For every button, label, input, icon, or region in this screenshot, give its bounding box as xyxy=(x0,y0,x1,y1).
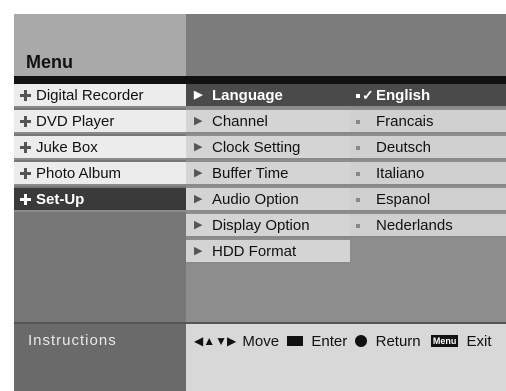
menu-key-icon: Menu xyxy=(430,335,459,348)
main-menu-list: Digital Recorder DVD Player Juke Box Pho… xyxy=(14,84,186,322)
setup-item-language[interactable]: ▶ Language xyxy=(186,84,350,108)
menu-item-label: Set-Up xyxy=(36,191,85,208)
plus-icon xyxy=(20,168,31,179)
plus-icon xyxy=(20,116,31,127)
arrow-right-icon: ▶ xyxy=(194,245,203,257)
bullet-icon xyxy=(356,198,360,202)
language-option-label: Nederlands xyxy=(376,217,453,234)
setup-item-audio-option[interactable]: ▶ Audio Option xyxy=(186,188,350,212)
plus-icon xyxy=(20,142,31,153)
arrow-right-icon: ▶ xyxy=(194,141,203,153)
header-title-area: Menu xyxy=(14,14,186,76)
setup-item-label: Buffer Time xyxy=(212,165,289,182)
language-option-espanol[interactable]: Espanol xyxy=(350,188,506,212)
instructions-hints: ◀▲▼▶ Move Enter Return Menu Exit xyxy=(186,324,506,391)
language-option-label: Francais xyxy=(376,113,434,130)
menu-item-dvd-player[interactable]: DVD Player xyxy=(14,110,186,134)
hint-return: Return xyxy=(375,332,421,350)
menu-item-juke-box[interactable]: Juke Box xyxy=(14,136,186,160)
setup-item-label: Display Option xyxy=(212,217,310,234)
arrow-right-icon: ▶ xyxy=(194,115,203,127)
instructions-label-area: Instructions xyxy=(14,324,186,391)
bullet-icon xyxy=(356,120,360,124)
check-icon: ✓ xyxy=(362,87,374,103)
language-option-label: Italiano xyxy=(376,165,425,182)
header-divider xyxy=(14,76,506,84)
osd-menu-panel: Menu Digital Recorder DVD Player Juke Bo… xyxy=(14,14,506,391)
setup-item-label: Clock Setting xyxy=(212,139,301,156)
setup-item-buffer-time[interactable]: ▶ Buffer Time xyxy=(186,162,350,186)
setup-item-channel[interactable]: ▶ Channel xyxy=(186,110,350,134)
setup-item-clock-setting[interactable]: ▶ Clock Setting xyxy=(186,136,350,160)
menu-item-label: Photo Album xyxy=(36,165,122,182)
language-option-label: English xyxy=(376,87,431,104)
bullet-icon xyxy=(356,224,360,228)
menu-item-label: DVD Player xyxy=(36,113,115,130)
menu-title: Menu xyxy=(26,52,73,72)
setup-item-label: Audio Option xyxy=(212,191,299,208)
language-option-label: Espanol xyxy=(376,191,431,208)
setup-item-label: Language xyxy=(212,87,283,104)
bullet-icon xyxy=(356,146,360,150)
menu-item-digital-recorder[interactable]: Digital Recorder xyxy=(14,84,186,108)
menu-item-set-up[interactable]: Set-Up xyxy=(14,188,186,212)
header-right-area xyxy=(186,14,506,76)
bullet-icon xyxy=(356,94,360,98)
language-option-english[interactable]: ✓ English xyxy=(350,84,506,108)
language-option-italiano[interactable]: Italiano xyxy=(350,162,506,186)
setup-item-hdd-format[interactable]: ▶ HDD Format xyxy=(186,240,350,264)
menu-item-label: Juke Box xyxy=(36,139,98,156)
return-key-icon xyxy=(355,335,368,348)
navigation-arrows-icon: ◀▲▼▶ xyxy=(194,334,237,349)
hint-move: Move xyxy=(242,332,280,350)
arrow-right-icon: ▶ xyxy=(194,167,203,179)
language-options-list: ✓ English Francais Deutsch Italiano Espa… xyxy=(350,84,506,322)
plus-icon xyxy=(20,90,31,101)
arrow-right-icon: ▶ xyxy=(194,219,203,231)
hint-enter: Enter xyxy=(311,332,348,350)
arrow-right-icon: ▶ xyxy=(194,193,203,205)
language-option-nederlands[interactable]: Nederlands xyxy=(350,214,506,238)
setup-item-label: HDD Format xyxy=(212,243,297,260)
bullet-icon xyxy=(356,172,360,176)
language-option-deutsch[interactable]: Deutsch xyxy=(350,136,506,160)
hint-exit: Exit xyxy=(466,332,492,350)
menu-item-label: Digital Recorder xyxy=(36,87,144,104)
language-option-label: Deutsch xyxy=(376,139,432,156)
setup-submenu-list: ▶ Language ▶ Channel ▶ Clock Setting ▶ B… xyxy=(186,84,350,322)
hint-row: ◀▲▼▶ Move Enter Return Menu Exit xyxy=(186,332,492,352)
enter-key-icon xyxy=(287,336,304,347)
setup-item-label: Channel xyxy=(212,113,268,130)
language-option-francais[interactable]: Francais xyxy=(350,110,506,134)
arrow-right-icon: ▶ xyxy=(194,89,203,101)
plus-icon xyxy=(20,194,31,205)
setup-item-display-option[interactable]: ▶ Display Option xyxy=(186,214,350,238)
instructions-label: Instructions xyxy=(28,332,117,349)
menu-item-photo-album[interactable]: Photo Album xyxy=(14,162,186,186)
